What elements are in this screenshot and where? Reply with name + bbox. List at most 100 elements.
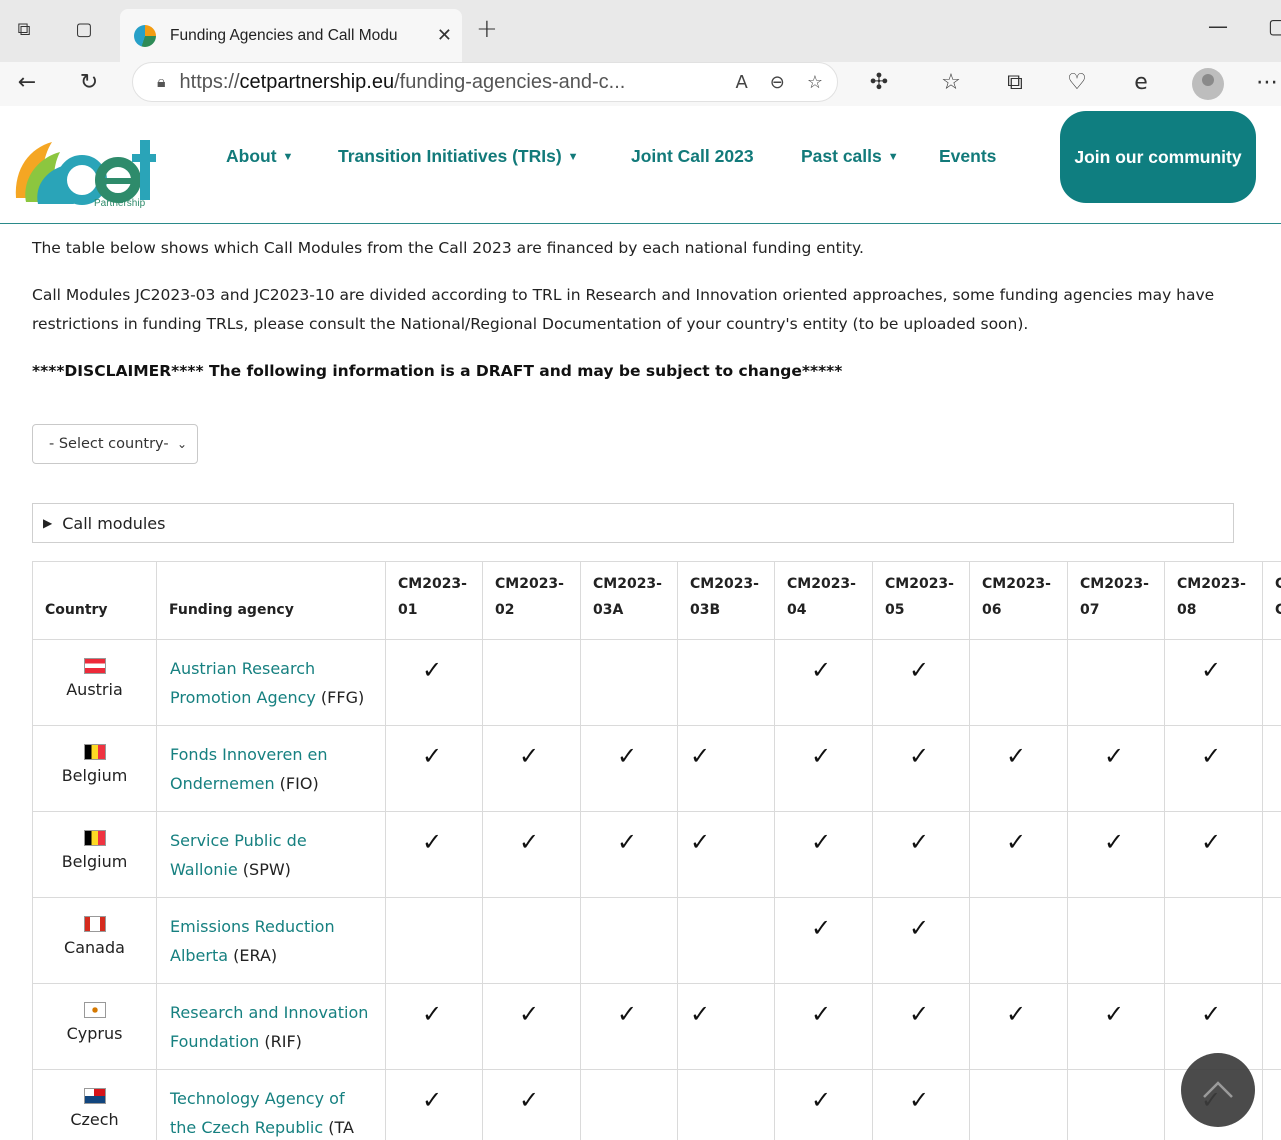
minimize-window-icon[interactable]: — [1208, 14, 1228, 38]
browser-tab-active[interactable]: Funding Agencies and Call Modu ✕ [120, 9, 462, 62]
table-row: Canada Emissions Reduction Alberta (ERA) ✓ ✓ [32, 897, 1281, 984]
join-community-button[interactable]: Join our community [1060, 111, 1256, 203]
site-favicon-icon [134, 24, 156, 47]
checkmark-icon: ✓ [422, 742, 443, 770]
nav-past-calls[interactable]: Past calls ▼ [801, 146, 899, 167]
site-header: Partnership About ▼ Transition Initiative… [0, 106, 1281, 224]
checkmark-icon: ✓ [811, 1000, 832, 1028]
country-cell: Canada [32, 897, 157, 984]
module-cell: ✓ [969, 983, 1068, 1070]
module-cell: ✓ [872, 811, 970, 898]
table-header-row: Country Funding agency CM2023- 01 CM2023- 0… [32, 561, 1281, 640]
module-cell [969, 1069, 1068, 1140]
module-cell: ✓ [969, 811, 1068, 898]
module-cell: ✓ [872, 897, 970, 984]
module-cell: ✓ [1164, 811, 1263, 898]
more-options-icon[interactable]: ⋯ [1250, 66, 1281, 100]
nav-joint-call-2023[interactable]: Joint Call 2023 [631, 146, 754, 167]
belgium-flag-icon [83, 744, 106, 760]
funding-table-container[interactable]: Country Funding agency CM2023- 01 CM2023- 0… [32, 561, 1281, 1140]
scroll-to-top-button[interactable] [1181, 1053, 1255, 1127]
edge-icon[interactable]: e [1124, 66, 1158, 100]
module-cell [1262, 725, 1281, 812]
cet-logo[interactable]: Partnership [12, 128, 162, 208]
country-cell: Belgium [32, 725, 157, 812]
module-cell: ✓ [774, 983, 873, 1070]
intro-paragraph: The table below shows which Call Modules… [32, 239, 864, 257]
browser-toolbar: ← ↻ 🔒︎ https://cetpartnership.eu/funding… [0, 62, 1281, 106]
module-cell: ✓ [482, 725, 581, 812]
agency-link[interactable]: Technology Agency of the Czech Republic [170, 1089, 345, 1137]
header-module: CM2023- 02 [482, 561, 581, 640]
checkmark-icon: ✓ [1104, 1000, 1125, 1028]
country-select[interactable]: - Select country- ⌄ [32, 424, 198, 464]
back-icon[interactable]: ← [10, 66, 44, 100]
chevron-down-icon: ▼ [567, 151, 579, 163]
belgium-flag-icon [83, 830, 106, 846]
header-module: CC [1262, 561, 1281, 640]
read-aloud-icon[interactable]: A [735, 72, 747, 93]
module-cell: ✓ [385, 725, 483, 812]
module-cell: ✓ [872, 725, 970, 812]
checkmark-icon: ✓ [422, 828, 443, 856]
address-url[interactable]: https://cetpartnership.eu/funding-agenci… [180, 71, 714, 94]
checkmark-icon: ✓ [1201, 742, 1222, 770]
header-module: CM2023- 03A [580, 561, 678, 640]
module-cell [1067, 639, 1165, 726]
table-row: Cyprus Research and Innovation Foundation … [32, 983, 1281, 1070]
nav-events[interactable]: Events [939, 146, 996, 167]
nav-about[interactable]: About ▼ [226, 146, 293, 167]
module-cell [1262, 1069, 1281, 1140]
reload-icon[interactable]: ↻ [72, 66, 106, 100]
new-tab-icon[interactable]: + [476, 14, 498, 44]
module-cell [1067, 1069, 1165, 1140]
agency-cell: Fonds Innoveren en Ondernemen (FIO) [156, 725, 386, 812]
module-cell: ✓ [677, 725, 775, 812]
module-cell [677, 639, 775, 726]
zoom-out-icon[interactable]: ⊖ [770, 72, 785, 93]
collections-icon[interactable]: ⧉ [998, 66, 1032, 100]
checkmark-icon: ✓ [1006, 742, 1027, 770]
browser-essentials-icon[interactable]: ♡ [1060, 66, 1094, 100]
module-cell [969, 897, 1068, 984]
header-country: Country [32, 561, 157, 640]
workspaces-icon[interactable]: ⧉ [12, 16, 36, 44]
close-tab-icon[interactable]: ✕ [437, 25, 452, 46]
checkmark-icon: ✓ [909, 914, 930, 942]
module-cell [1067, 897, 1165, 984]
browser-tab-bar: ⧉ ▢ Funding Agencies and Call Modu ✕ + —… [0, 0, 1281, 62]
extensions-icon[interactable]: ✣ [862, 66, 896, 100]
module-cell: ✓ [1067, 983, 1165, 1070]
tab-title: Funding Agencies and Call Modu [170, 26, 398, 44]
address-bar[interactable]: 🔒︎ https://cetpartnership.eu/funding-age… [132, 62, 838, 102]
agency-link[interactable]: Austrian Research Promotion Agency [170, 659, 316, 707]
agency-cell: Austrian Research Promotion Agency (FFG) [156, 639, 386, 726]
favorites-icon[interactable]: ☆ [934, 66, 968, 100]
module-cell: ✓ [385, 1069, 483, 1140]
call-modules-details[interactable]: ▶ Call modules [32, 503, 1234, 543]
module-cell: ✓ [1067, 811, 1165, 898]
tab-actions-icon[interactable]: ▢ [72, 16, 96, 44]
module-cell [1262, 897, 1281, 984]
czech-flag-icon [83, 1088, 106, 1104]
chevron-down-icon: ▼ [282, 151, 294, 163]
module-cell: ✓ [969, 725, 1068, 812]
checkmark-icon: ✓ [1104, 742, 1125, 770]
module-cell [1164, 897, 1263, 984]
table-body: Austria Austrian Research Promotion Agency… [32, 639, 1281, 1140]
favorite-star-icon[interactable]: ☆ [807, 72, 823, 93]
module-cell: ✓ [872, 983, 970, 1070]
module-cell: ✓ [385, 983, 483, 1070]
chevron-down-icon: ⌄ [176, 437, 187, 451]
module-cell [969, 639, 1068, 726]
checkmark-icon: ✓ [617, 742, 638, 770]
maximize-window-icon[interactable]: ▢ [1268, 14, 1281, 38]
module-cell: ✓ [1164, 725, 1263, 812]
profile-avatar[interactable] [1192, 68, 1224, 100]
agency-cell: Emissions Reduction Alberta (ERA) [156, 897, 386, 984]
header-module: CM2023- 06 [969, 561, 1068, 640]
checkmark-icon: ✓ [690, 742, 711, 770]
nav-transition-initiatives[interactable]: Transition Initiatives (TRIs) ▼ [338, 146, 579, 167]
chevron-down-icon: ▼ [887, 151, 899, 163]
module-cell: ✓ [385, 811, 483, 898]
